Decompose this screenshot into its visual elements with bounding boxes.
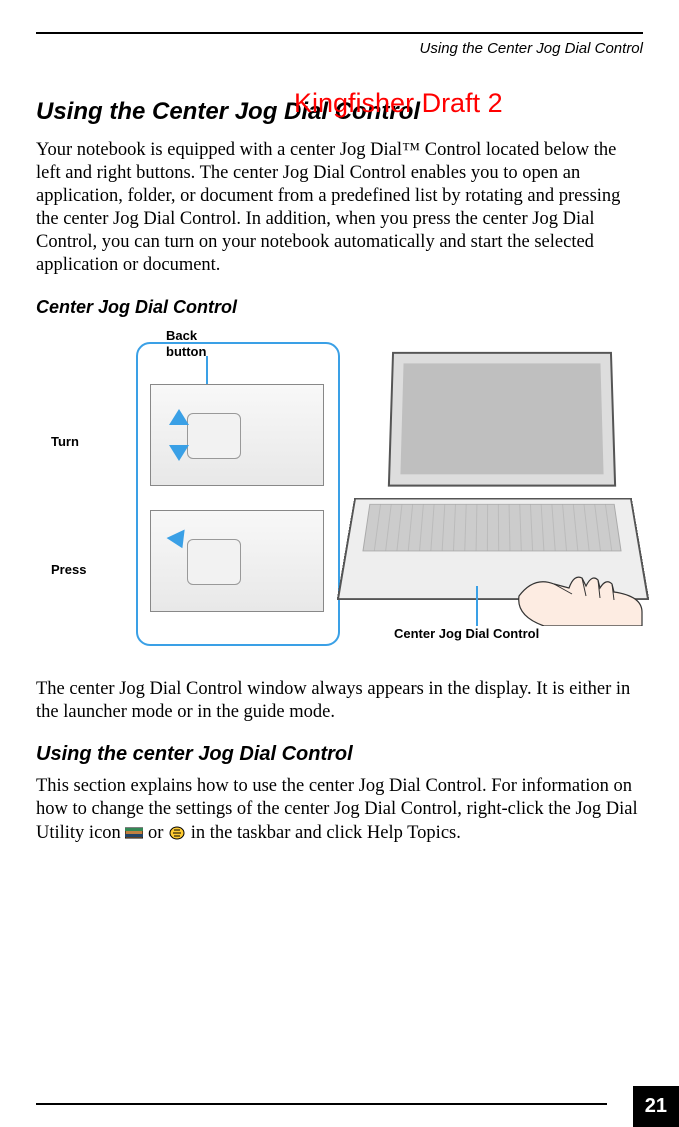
jog-dial-utility-alt-icon	[168, 824, 186, 838]
leader-line-center	[476, 586, 478, 626]
label-center-jog-dial: Center Jog Dial Control	[394, 626, 539, 642]
p3-text-mid: or	[148, 823, 168, 843]
laptop-screen	[388, 352, 616, 487]
jog-dial-utility-icon	[125, 824, 143, 838]
figure-jog-dial: Back button Turn Press Center Jog Dial C…	[46, 332, 643, 662]
tile-press	[150, 510, 324, 612]
figure-caption: Center Jog Dial Control	[36, 296, 643, 319]
laptop-keyboard	[362, 504, 621, 552]
p3-text-b: in the taskbar and click Help Topics.	[191, 823, 461, 843]
intro-paragraph: Your notebook is equipped with a center …	[36, 139, 643, 278]
arrow-press-icon	[167, 530, 192, 553]
page-number: 21	[633, 1086, 679, 1127]
tile-turn	[150, 384, 324, 486]
arrow-down-icon	[169, 445, 189, 461]
arrow-up-icon	[169, 409, 189, 425]
paragraph-usage: This section explains how to use the cen…	[36, 775, 643, 844]
laptop-illustration	[346, 350, 636, 620]
draft-watermark: Kingfisher Draft 2	[294, 87, 503, 121]
running-head: Using the Center Jog Dial Control	[36, 32, 643, 59]
label-turn: Turn	[51, 434, 79, 450]
section-heading: Using the center Jog Dial Control	[36, 742, 643, 767]
paragraph-modes: The center Jog Dial Control window alway…	[36, 678, 643, 724]
label-back-button: Back button	[166, 328, 206, 361]
hand-icon	[514, 556, 644, 626]
label-press: Press	[51, 562, 86, 578]
footer-rule	[36, 1103, 607, 1105]
